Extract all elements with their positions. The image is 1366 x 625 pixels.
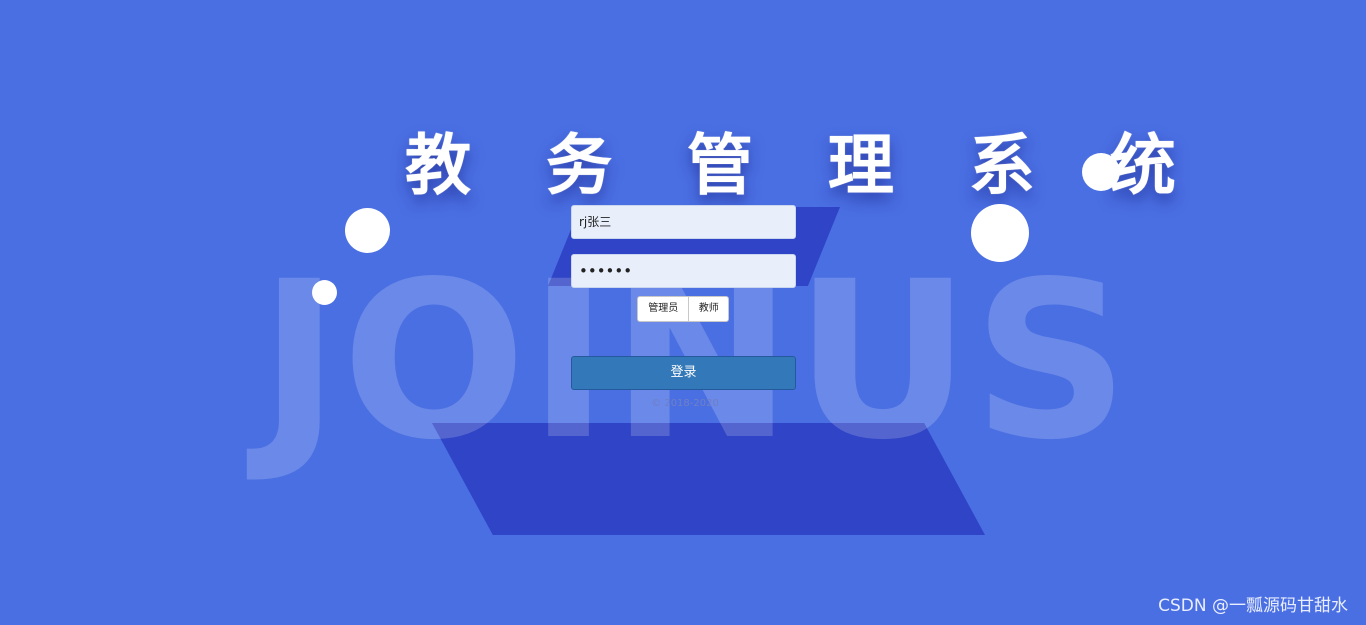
page-title: 教 务 管 理 系 统 — [405, 127, 1202, 204]
login-button[interactable]: 登录 — [571, 356, 796, 390]
decorative-circle-right-small — [1082, 153, 1120, 191]
decorative-circle-left-small — [312, 280, 337, 305]
decorative-circle-left-large — [345, 208, 390, 253]
password-input[interactable]: •••••• — [571, 254, 796, 288]
role-admin-option[interactable]: 管理员 — [638, 297, 690, 321]
copyright-text: © 2018-2020 — [651, 398, 719, 409]
background-panel-bottom — [432, 423, 985, 535]
csdn-watermark: CSDN @一瓢源码甘甜水 — [1158, 596, 1348, 616]
role-selector[interactable]: 管理员 教师 — [637, 296, 729, 322]
username-input[interactable]: rj张三 — [571, 205, 796, 239]
decorative-circle-right-large — [971, 204, 1029, 262]
role-teacher-option[interactable]: 教师 — [689, 297, 728, 321]
